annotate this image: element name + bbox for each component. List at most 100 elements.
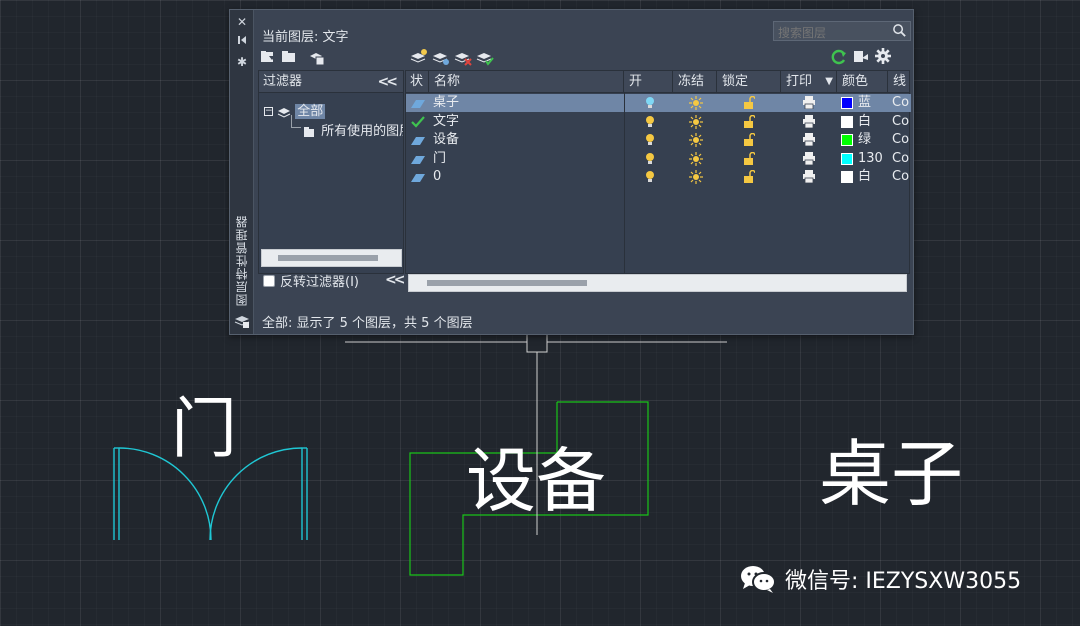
invert-filter-label: 反转过滤器(I) [280, 275, 359, 290]
new-group-filter-icon[interactable] [280, 48, 298, 66]
layer-properties-row: 蓝 Co [625, 94, 911, 112]
equipment-label: 设备 [466, 440, 606, 522]
column-on[interactable]: 开 [624, 71, 673, 93]
layer-status-icon [411, 131, 429, 149]
layer-color-name[interactable]: 绿 [858, 131, 871, 149]
layer-thaw-icon[interactable] [689, 94, 703, 112]
layer-properties-row: 绿 Co [625, 131, 911, 149]
layer-status-icon [411, 150, 429, 168]
column-plot[interactable]: 打印 ▼ [781, 71, 837, 93]
set-current-icon[interactable] [476, 48, 494, 66]
layer-unlock-icon[interactable] [743, 150, 755, 168]
layer-plot-icon[interactable] [802, 113, 816, 131]
palette-title: 图层特性管理器 [235, 215, 249, 306]
layer-row[interactable]: 设备 [406, 131, 624, 149]
layer-on-icon[interactable] [644, 113, 656, 131]
layer-color-swatch[interactable] [841, 115, 853, 128]
delete-layer-icon[interactable] [454, 48, 472, 66]
layer-states-icon[interactable] [308, 48, 326, 66]
layer-linetype[interactable]: Co [892, 131, 912, 149]
filter-pane-scrollbar[interactable] [261, 249, 402, 267]
layer-properties-row: 白 Co [625, 113, 911, 131]
layer-thaw-icon[interactable] [689, 150, 703, 168]
layer-name[interactable]: 文字 [433, 113, 613, 131]
invert-filter-checkbox[interactable] [263, 275, 275, 287]
settings-icon[interactable]: ✱ [234, 54, 250, 70]
layer-color-swatch[interactable] [841, 97, 853, 109]
column-color[interactable]: 颜色 [837, 71, 888, 93]
layer-name[interactable]: 设备 [433, 131, 613, 149]
layer-thaw-icon[interactable] [689, 168, 703, 186]
column-dropdown-icon[interactable]: ▼ [825, 71, 833, 93]
layer-settings-icon[interactable] [852, 48, 870, 66]
layer-thaw-icon[interactable] [689, 113, 703, 131]
close-icon[interactable]: ✕ [234, 14, 250, 30]
layer-plot-icon[interactable] [802, 150, 816, 168]
layer-unlock-icon[interactable] [743, 131, 755, 149]
search-icon[interactable] [892, 23, 907, 38]
layer-list-header: 状 名称 开 冻结 锁定 打印 ▼ 颜色 线型 [406, 71, 909, 93]
current-layer-label: 当前图层: 文字 [262, 30, 349, 45]
layer-plot-icon[interactable] [802, 131, 816, 149]
layer-color-name[interactable]: 白 [858, 168, 871, 186]
layer-manager-icon [234, 313, 250, 329]
layer-properties-row: 白 Co [625, 168, 911, 186]
layer-linetype[interactable]: Co [892, 94, 912, 112]
tree-collapse-icon[interactable]: − [264, 107, 273, 116]
door-label: 门 [171, 390, 237, 467]
layer-color-name[interactable]: 蓝 [858, 94, 871, 112]
layer-plot-icon[interactable] [802, 94, 816, 112]
layer-linetype[interactable]: Co [892, 113, 912, 131]
layer-row[interactable]: 门 [406, 150, 624, 168]
wechat-icon [741, 566, 776, 593]
layer-unlock-icon[interactable] [743, 168, 755, 186]
layer-plot-icon[interactable] [802, 168, 816, 186]
new-layer-icon[interactable] [410, 48, 428, 66]
layer-name[interactable]: 桌子 [433, 94, 613, 112]
column-freeze[interactable]: 冻结 [673, 71, 717, 93]
layer-on-icon[interactable] [644, 168, 656, 186]
layer-linetype[interactable]: Co [892, 168, 912, 186]
layer-color-swatch[interactable] [841, 171, 853, 183]
layer-color-name[interactable]: 130 [858, 150, 883, 168]
new-layer-vp-frozen-icon[interactable] [432, 48, 450, 66]
filter-scroll-thumb[interactable] [278, 255, 378, 261]
auto-hide-icon[interactable] [234, 34, 250, 50]
search-input[interactable] [774, 24, 889, 42]
table-label: 桌子 [819, 432, 964, 516]
layer-row[interactable]: 0 [406, 168, 624, 186]
search-box[interactable] [773, 21, 911, 42]
layer-color-swatch[interactable] [841, 134, 853, 146]
column-name[interactable]: 名称 [429, 71, 624, 93]
column-lock[interactable]: 锁定 [717, 71, 781, 93]
layer-name[interactable]: 门 [433, 150, 613, 168]
collapse-filter-pane-icon[interactable]: << [378, 71, 399, 93]
layer-on-icon[interactable] [644, 131, 656, 149]
layer-unlock-icon[interactable] [743, 94, 755, 112]
layer-on-icon[interactable] [644, 94, 656, 112]
status-bar-text: 全部: 显示了 5 个图层，共 5 个图层 [262, 316, 473, 331]
column-linetype[interactable]: 线型 [888, 71, 911, 93]
filter-header: 过滤器 << [259, 71, 403, 93]
used-layers-filter-icon [304, 126, 314, 137]
gear-icon[interactable] [874, 47, 892, 65]
layer-list-scrollbar[interactable] [408, 274, 907, 292]
new-property-filter-icon[interactable] [259, 48, 277, 66]
layer-color-swatch[interactable] [841, 152, 853, 165]
tree-child[interactable]: 所有使用的图层 [303, 120, 403, 139]
layer-on-icon[interactable] [644, 150, 656, 168]
layer-color-name[interactable]: 白 [858, 113, 871, 131]
column-status[interactable]: 状 [406, 71, 429, 93]
layer-row[interactable]: 桌子 [406, 94, 624, 112]
layer-name[interactable]: 0 [433, 168, 613, 186]
layer-scroll-thumb[interactable] [427, 280, 587, 286]
layer-thaw-icon[interactable] [689, 131, 703, 149]
refresh-icon[interactable] [830, 48, 848, 66]
layer-unlock-icon[interactable] [743, 113, 755, 131]
layer-row[interactable]: 文字 [406, 113, 624, 131]
tree-root[interactable]: − 全部 [264, 100, 326, 119]
layer-list-pane: 状 名称 开 冻结 锁定 打印▼ 颜色 线型 桌子蓝Co文字白Co设备绿Co门1… [405, 70, 912, 274]
layer-linetype[interactable]: Co [892, 150, 912, 168]
tree-child-label: 所有使用的图层 [321, 124, 403, 139]
collapse-bottom-icon[interactable]: << [385, 272, 406, 288]
